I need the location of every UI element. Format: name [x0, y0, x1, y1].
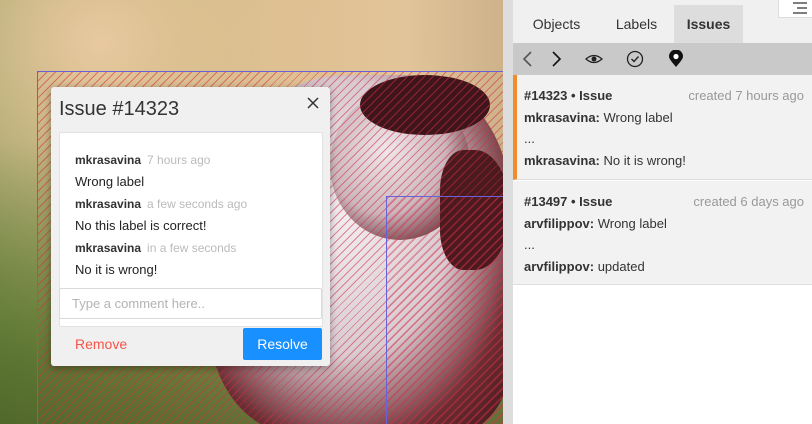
issue-created: created 6 days ago [693, 194, 804, 209]
issue-first-comment: mkrasavina: Wrong label [524, 110, 673, 125]
map-pin-icon [669, 49, 683, 67]
comment-author: mkrasavina [75, 241, 142, 255]
issue-header: #13497 • Issue [524, 194, 613, 209]
annotation-shape-secondary[interactable] [386, 196, 503, 424]
issue-first-comment: arvfilippov: Wrong label [524, 216, 667, 231]
comment-message: Wrong label [75, 174, 145, 189]
comment-author: arvfilippov: [524, 259, 595, 274]
comment-message: Wrong label [603, 110, 673, 125]
toggle-visibility-button[interactable] [585, 50, 603, 68]
comment-input[interactable] [59, 288, 322, 319]
comment-message: Wrong label [597, 216, 667, 231]
comment-time: 7 hours ago [147, 153, 211, 167]
comment-author: mkrasavina: [524, 110, 600, 125]
chevron-left-icon [522, 51, 532, 67]
issue-created: created 7 hours ago [688, 88, 804, 103]
collapse-icon [793, 2, 807, 14]
resolve-button[interactable]: Resolve [243, 328, 322, 360]
issue-last-comment: arvfilippov: updated [524, 259, 645, 274]
comment-message: No it is wrong! [75, 262, 158, 277]
panel-divider[interactable] [503, 0, 513, 424]
comment-author: mkrasavina: [524, 153, 600, 168]
issue-title: Issue #14323 [59, 98, 180, 120]
resolved-filter-button[interactable] [626, 50, 644, 68]
tab-objects[interactable]: Objects [522, 5, 591, 43]
check-circle-icon [626, 50, 644, 68]
chevron-right-icon [552, 51, 562, 67]
tab-labels[interactable]: Labels [602, 5, 671, 43]
issue-header: #14323 • Issue [524, 88, 613, 103]
comment-author: mkrasavina [75, 153, 142, 167]
remove-button[interactable]: Remove [75, 336, 127, 352]
comment: mkrasavina 7 hours ago Wrong label [75, 151, 210, 189]
issue-ellipsis: ... [524, 131, 535, 146]
next-issue-button[interactable] [547, 50, 565, 68]
close-icon[interactable] [305, 95, 321, 111]
comment-time: in a few seconds [147, 241, 237, 255]
tab-issues[interactable]: Issues [674, 5, 743, 43]
comment: mkrasavina in a few seconds No it is wron… [75, 239, 236, 277]
panel-tabs: Objects Labels Issues [513, 0, 812, 43]
eye-icon [585, 54, 603, 64]
comment-message: No this label is correct! [75, 218, 207, 233]
comment-message: updated [597, 259, 645, 274]
image-canvas[interactable]: Issue #14323 mkrasavina 7 hours ago Wrong… [0, 0, 503, 424]
comment-author: mkrasavina [75, 197, 142, 211]
issue-dialog: Issue #14323 mkrasavina 7 hours ago Wrong… [51, 87, 330, 366]
issues-toolbar [513, 43, 812, 75]
comment-time: a few seconds ago [147, 197, 248, 211]
collapse-panel-button[interactable] [778, 0, 812, 18]
comment: mkrasavina a few seconds ago No this labe… [75, 195, 247, 233]
pin-filter-button[interactable] [667, 49, 685, 68]
comment-author: arvfilippov: [524, 216, 595, 231]
issue-list-item[interactable]: #13497 • Issue created 6 days ago arvfil… [513, 181, 812, 285]
issue-last-comment: mkrasavina: No it is wrong! [524, 153, 686, 168]
issue-ellipsis: ... [524, 237, 535, 252]
previous-issue-button[interactable] [519, 50, 537, 68]
issue-list-item[interactable]: #14323 • Issue created 7 hours ago mkras… [513, 75, 812, 180]
comment-message: No it is wrong! [603, 153, 686, 168]
side-panel: Objects Labels Issues #14323 • Issue cre… [513, 0, 812, 424]
